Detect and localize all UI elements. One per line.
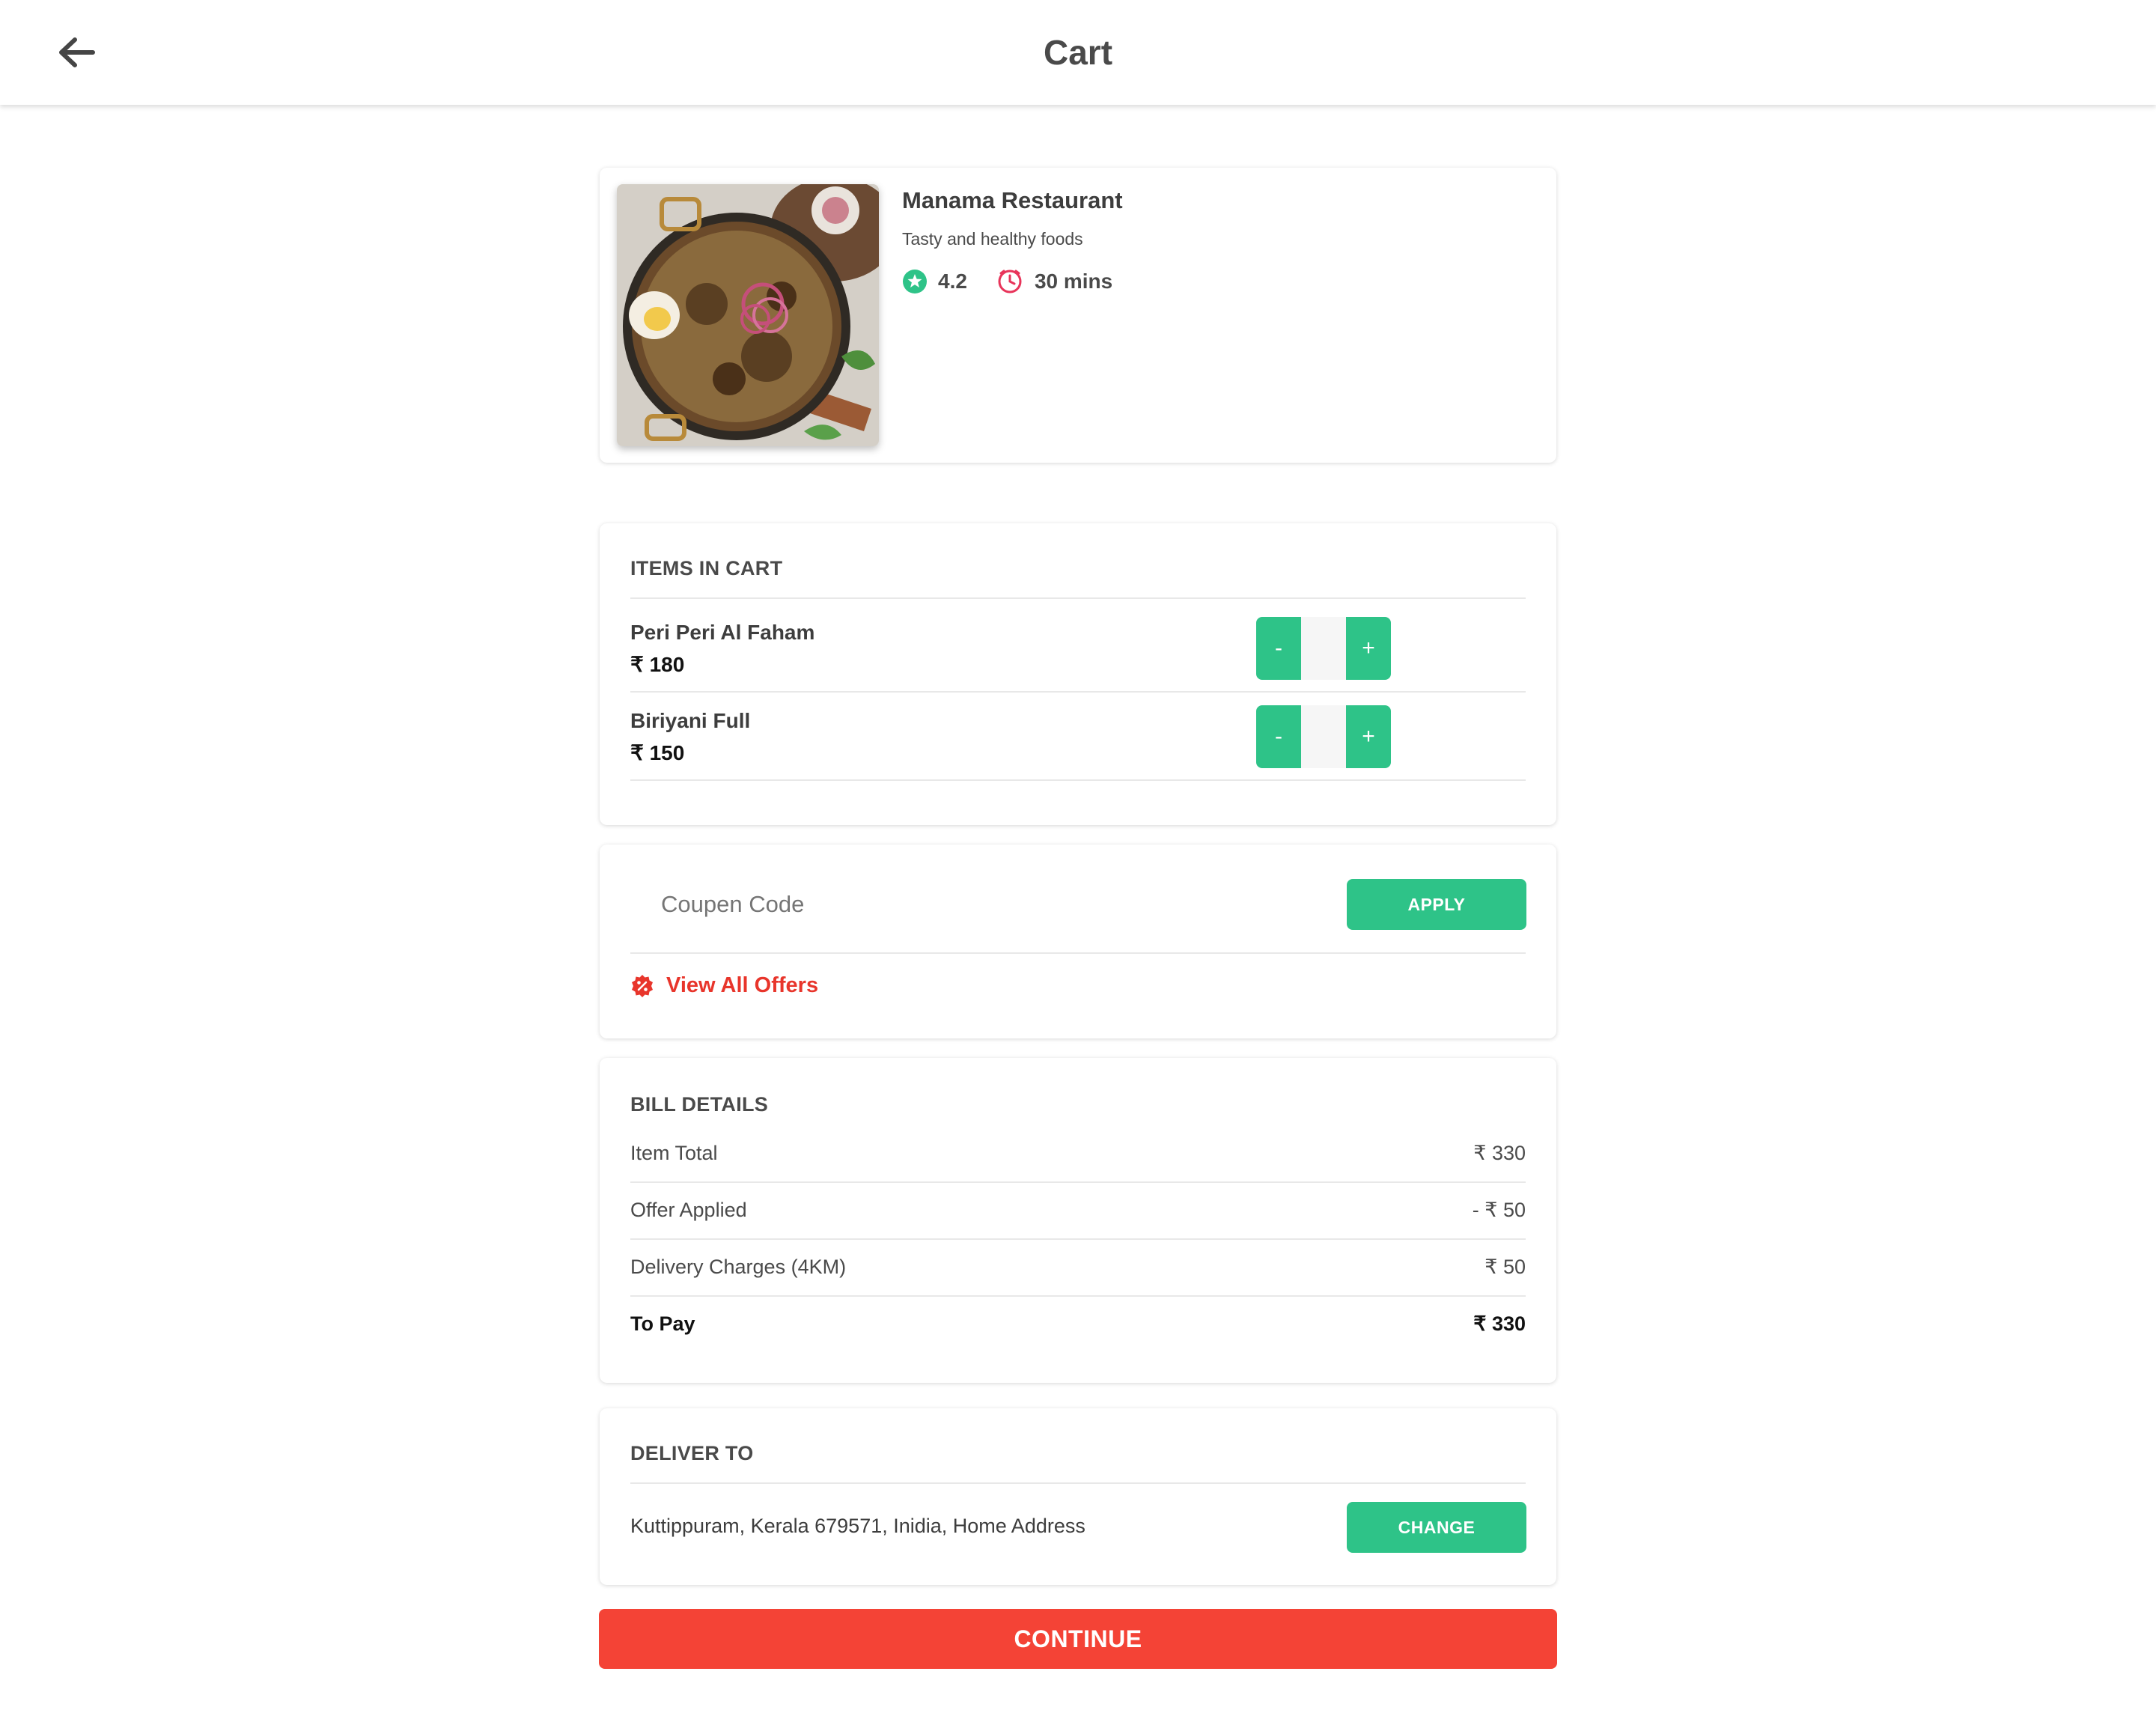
restaurant-image	[617, 184, 879, 446]
bill-details-card: BILL DETAILS Item Total ₹ 330 Offer Appl…	[600, 1058, 1556, 1383]
apply-button[interactable]: APPLY	[1347, 879, 1526, 930]
star-icon	[903, 270, 927, 293]
quantity-stepper: - +	[1256, 705, 1391, 768]
cart-item-price: ₹ 150	[630, 741, 685, 764]
cart-item-name: Biriyani Full	[630, 709, 751, 732]
rating-value: 4.2	[938, 270, 967, 293]
quantity-stepper: - +	[1256, 617, 1391, 680]
bill-delivery-value: ₹ 50	[1484, 1256, 1526, 1278]
divider	[630, 597, 1526, 599]
clock-icon	[998, 270, 1022, 293]
increment-button[interactable]: +	[1346, 705, 1391, 768]
deliver-to-title: DELIVER TO	[630, 1442, 754, 1464]
divider	[630, 1238, 1526, 1240]
restaurant-card: Manama Restaurant Tasty and healthy food…	[600, 168, 1556, 463]
quantity-value[interactable]	[1301, 617, 1346, 680]
restaurant-meta: 4.2 30 mins	[902, 269, 1112, 294]
to-pay-value: ₹ 330	[1473, 1312, 1526, 1335]
deliver-to-card: DELIVER TO Kuttippuram, Kerala 679571, I…	[600, 1408, 1556, 1585]
discount-badge-icon	[632, 974, 653, 997]
delivery-address: Kuttippuram, Kerala 679571, Inidia, Home…	[630, 1515, 1085, 1537]
items-in-cart-title: ITEMS IN CART	[630, 557, 783, 579]
page-title: Cart	[1043, 33, 1113, 72]
bill-item-total-label: Item Total	[630, 1142, 718, 1164]
bill-details-title: BILL DETAILS	[630, 1093, 769, 1116]
view-all-offers-label: View All Offers	[666, 973, 819, 997]
to-pay-label: To Pay	[630, 1312, 695, 1335]
divider	[630, 1295, 1526, 1297]
divider	[630, 1181, 1526, 1183]
decrement-button[interactable]: -	[1256, 617, 1301, 680]
top-bar: Cart	[0, 0, 2156, 105]
divider	[630, 779, 1526, 781]
restaurant-name: Manama Restaurant	[902, 187, 1123, 213]
bill-item-total-value: ₹ 330	[1473, 1142, 1526, 1164]
cart-item-price: ₹ 180	[630, 653, 685, 676]
cart-item-name: Peri Peri Al Faham	[630, 621, 815, 644]
change-address-button[interactable]: CHANGE	[1347, 1502, 1526, 1553]
quantity-value[interactable]	[1301, 705, 1346, 768]
bill-delivery-label: Delivery Charges (4KM)	[630, 1256, 847, 1278]
items-in-cart-card: ITEMS IN CART Peri Peri Al Faham ₹ 180 -…	[600, 523, 1556, 825]
delivery-time: 30 mins	[1034, 270, 1113, 293]
view-all-offers-link[interactable]: View All Offers	[630, 973, 818, 998]
coupon-code-input[interactable]	[630, 874, 1304, 934]
coupon-card: APPLY View All Offers	[600, 845, 1556, 1038]
restaurant-tagline: Tasty and healthy foods	[902, 229, 1083, 249]
divider	[630, 952, 1526, 954]
divider	[630, 1482, 1526, 1484]
bill-offer-label: Offer Applied	[630, 1199, 747, 1221]
continue-button[interactable]: CONTINUE	[599, 1609, 1557, 1669]
bill-offer-value: - ₹ 50	[1472, 1199, 1526, 1221]
increment-button[interactable]: +	[1346, 617, 1391, 680]
divider	[630, 691, 1526, 693]
decrement-button[interactable]: -	[1256, 705, 1301, 768]
